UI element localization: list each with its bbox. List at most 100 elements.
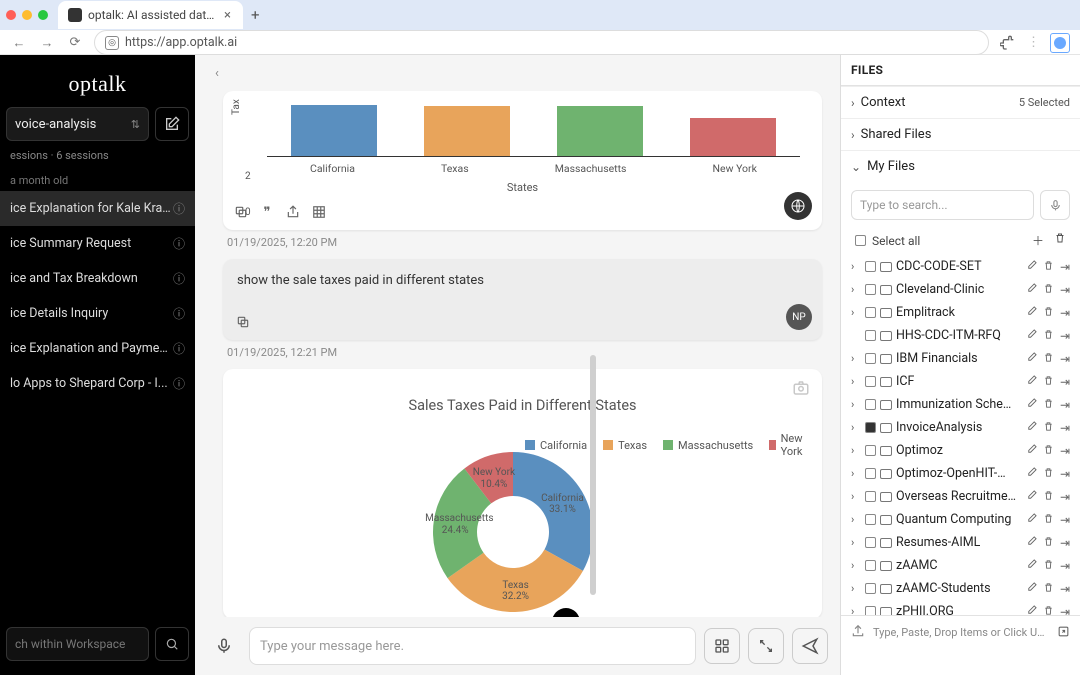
folder-checkbox[interactable]: [865, 445, 876, 456]
folder-checkbox[interactable]: [865, 583, 876, 594]
edit-icon[interactable]: [1026, 605, 1037, 616]
session-item[interactable]: ice and Tax Breakdownⓘ: [0, 261, 195, 296]
move-icon[interactable]: ⇥: [1060, 582, 1070, 596]
move-icon[interactable]: ⇥: [1060, 283, 1070, 297]
delete-icon[interactable]: [1043, 513, 1054, 527]
folder-checkbox[interactable]: [865, 353, 876, 364]
move-icon[interactable]: ⇥: [1060, 490, 1070, 504]
table-icon[interactable]: [311, 204, 327, 220]
folder-checkbox[interactable]: [865, 376, 876, 387]
delete-icon[interactable]: [1043, 329, 1054, 343]
folder-row[interactable]: ›zAAMC⇥: [845, 554, 1076, 577]
edit-icon[interactable]: [1026, 582, 1037, 596]
move-icon[interactable]: ⇥: [1060, 559, 1070, 573]
screenshot-icon[interactable]: [792, 379, 810, 401]
edit-icon[interactable]: [1026, 513, 1037, 527]
window-controls[interactable]: [6, 10, 48, 20]
info-icon[interactable]: ⓘ: [173, 235, 185, 252]
folder-row[interactable]: ›zAAMC-Students⇥: [845, 577, 1076, 600]
folder-row[interactable]: ›CDC-CODE-SET⇥: [845, 255, 1076, 278]
maximize-window[interactable]: [38, 10, 48, 20]
delete-icon[interactable]: [1043, 559, 1054, 573]
new-tab-button[interactable]: +: [251, 6, 260, 24]
delete-icon[interactable]: [1043, 582, 1054, 596]
move-icon[interactable]: ⇥: [1060, 536, 1070, 550]
upload-row[interactable]: Type, Paste, Drop Items or Click Upload …: [841, 615, 1080, 649]
folder-row[interactable]: HHS-CDC-ITM-RFQ⇥: [845, 324, 1076, 347]
delete-icon[interactable]: [1043, 398, 1054, 412]
info-icon[interactable]: ⓘ: [173, 375, 185, 392]
apps-button[interactable]: [704, 628, 740, 664]
edit-icon[interactable]: [1026, 283, 1037, 297]
edit-icon[interactable]: [1026, 559, 1037, 573]
move-icon[interactable]: ⇥: [1060, 306, 1070, 320]
back-button[interactable]: ←: [10, 34, 28, 52]
edit-icon[interactable]: [1026, 352, 1037, 366]
folder-checkbox[interactable]: [865, 468, 876, 479]
delete-icon[interactable]: [1043, 444, 1054, 458]
info-icon[interactable]: ⓘ: [173, 200, 185, 217]
share-icon[interactable]: [285, 204, 301, 220]
folder-checkbox[interactable]: [865, 514, 876, 525]
folder-row[interactable]: ›Immunization Sched...⇥: [845, 393, 1076, 416]
delete-icon[interactable]: [1043, 283, 1054, 297]
delete-icon[interactable]: [1054, 232, 1066, 249]
folder-checkbox[interactable]: [865, 491, 876, 502]
delete-icon[interactable]: [1043, 536, 1054, 550]
extensions-icon[interactable]: [999, 34, 1017, 52]
quote-icon[interactable]: ❞: [259, 204, 275, 220]
folder-row[interactable]: ›IBM Financials⇥: [845, 347, 1076, 370]
forward-button[interactable]: →: [38, 34, 56, 52]
message-input[interactable]: Type your message here.: [249, 627, 696, 665]
voice-search-button[interactable]: [1040, 190, 1070, 220]
edit-icon[interactable]: [1026, 444, 1037, 458]
move-icon[interactable]: ⇥: [1060, 352, 1070, 366]
add-icon[interactable]: ＋: [1032, 232, 1044, 249]
collapse-sidebar-button[interactable]: ‹: [205, 61, 229, 85]
delete-icon[interactable]: [1043, 375, 1054, 389]
folder-checkbox[interactable]: [865, 330, 876, 341]
session-item[interactable]: ice Explanation and Paymen...ⓘ: [0, 331, 195, 366]
folder-checkbox[interactable]: [865, 560, 876, 571]
scrollbar[interactable]: [590, 355, 596, 595]
shared-files-section[interactable]: ›Shared Files: [841, 118, 1080, 150]
profile-button[interactable]: [1050, 33, 1070, 53]
reload-button[interactable]: ⟳: [66, 34, 84, 52]
folder-checkbox[interactable]: [865, 307, 876, 318]
edit-icon[interactable]: [1026, 375, 1037, 389]
search-button[interactable]: [155, 627, 189, 661]
move-icon[interactable]: ⇥: [1060, 421, 1070, 435]
close-window[interactable]: [6, 10, 16, 20]
folder-row[interactable]: ›Overseas Recruitment⇥: [845, 485, 1076, 508]
edit-icon[interactable]: [1026, 398, 1037, 412]
folder-row[interactable]: ›Quantum Computing⇥: [845, 508, 1076, 531]
folder-checkbox[interactable]: [865, 399, 876, 410]
edit-icon[interactable]: [1026, 490, 1037, 504]
edit-icon[interactable]: [1026, 421, 1037, 435]
info-icon[interactable]: ⓘ: [173, 270, 185, 287]
folder-row[interactable]: ›Emplitrack⇥: [845, 301, 1076, 324]
folder-row[interactable]: ›ICF⇥: [845, 370, 1076, 393]
session-item[interactable]: ice Explanation for Kale Krateⓘ: [0, 191, 195, 226]
move-icon[interactable]: ⇥: [1060, 513, 1070, 527]
move-icon[interactable]: ⇥: [1060, 444, 1070, 458]
my-files-section[interactable]: ⌄My Files: [841, 150, 1080, 182]
move-icon[interactable]: ⇥: [1060, 375, 1070, 389]
edit-icon[interactable]: [1026, 306, 1037, 320]
delete-icon[interactable]: [1043, 605, 1054, 616]
open-upload-icon[interactable]: [1057, 625, 1070, 641]
edit-icon[interactable]: [1026, 329, 1037, 343]
copy-icon[interactable]: [235, 314, 251, 330]
edit-icon[interactable]: [1026, 536, 1037, 550]
move-icon[interactable]: ⇥: [1060, 260, 1070, 274]
delete-icon[interactable]: [1043, 260, 1054, 274]
folder-checkbox[interactable]: [865, 537, 876, 548]
move-icon[interactable]: ⇥: [1060, 467, 1070, 481]
address-bar[interactable]: ◎ https://app.optalk.ai: [94, 30, 989, 55]
folder-checkbox[interactable]: [865, 261, 876, 272]
browser-tab[interactable]: optalk: AI assisted data analy ×: [58, 1, 243, 29]
minimize-window[interactable]: [22, 10, 32, 20]
session-item[interactable]: ice Details Inquiryⓘ: [0, 296, 195, 331]
files-search-input[interactable]: Type to search...: [851, 190, 1034, 220]
edit-icon[interactable]: [1026, 467, 1037, 481]
